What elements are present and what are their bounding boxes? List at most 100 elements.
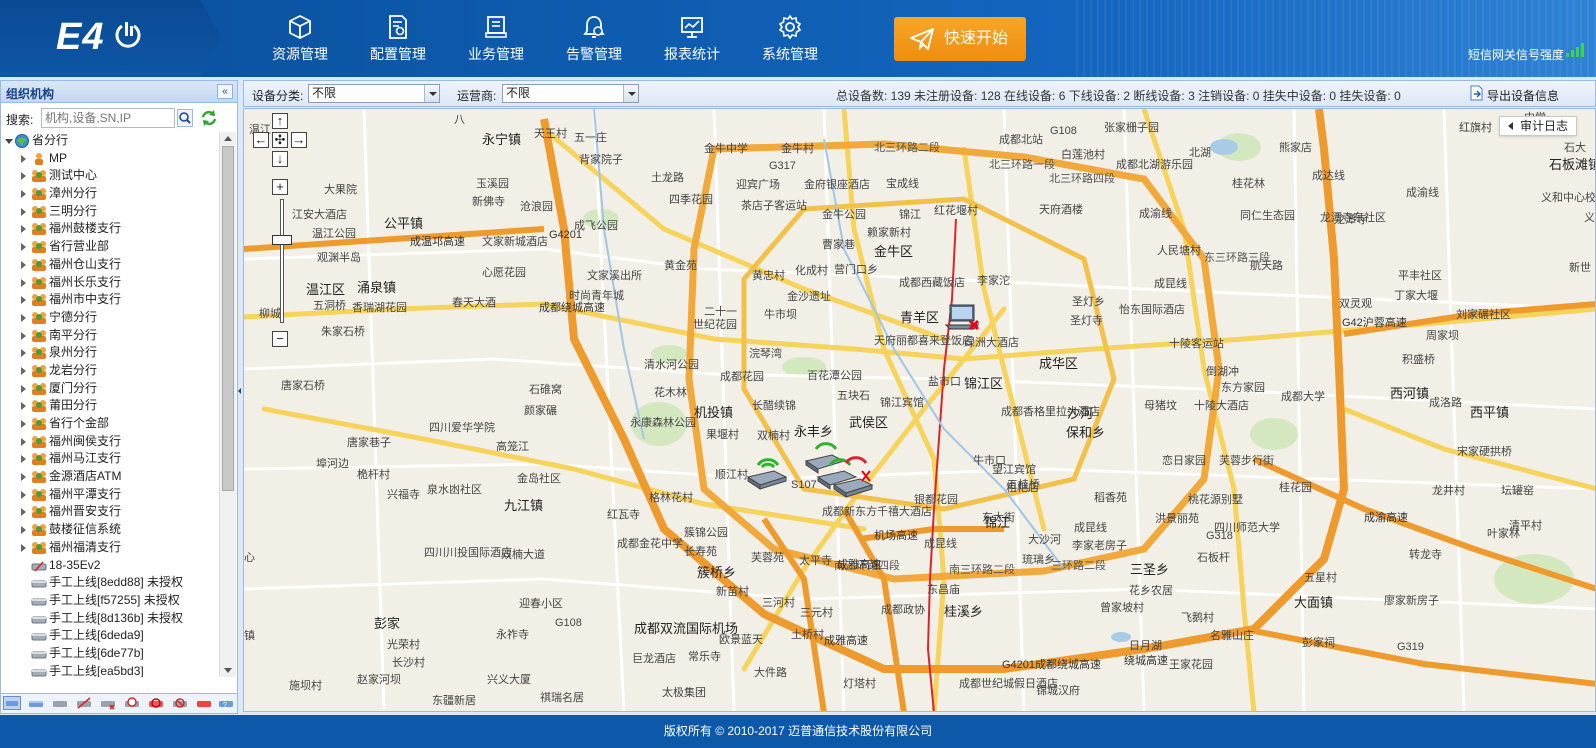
search-icon[interactable] <box>177 109 193 127</box>
tree-device-item[interactable]: 手工上线[f57255] 未授权 <box>1 592 219 610</box>
tree-expand-arrow-icon[interactable] <box>21 420 26 428</box>
filter-broken-icon[interactable] <box>75 696 93 710</box>
nav-system-management[interactable]: 系统管理 <box>745 10 835 70</box>
zoom-slider-knob[interactable] <box>272 235 292 245</box>
tree-org-item[interactable]: 福州马江支行 <box>1 450 219 468</box>
filter-cancelled-icon[interactable] <box>147 696 165 710</box>
tree-device-item[interactable]: 手工上线[8edd88] 未授权 <box>1 574 219 592</box>
tree-org-item[interactable]: 福州闽侯支行 <box>1 433 219 451</box>
pan-reset-button[interactable]: ✣ <box>272 132 288 148</box>
filter-disconnected-icon[interactable] <box>99 696 117 710</box>
tree-expand-arrow-icon[interactable] <box>21 473 26 482</box>
tree-org-item[interactable]: 宁德分行 <box>1 309 219 327</box>
tree-device-item[interactable]: 18-35Ev2 <box>1 557 219 575</box>
tree-device-item[interactable]: 手工上线[8d136b] 未授权 <box>1 610 219 628</box>
tree-org-item[interactable]: 泉州分行 <box>1 344 219 362</box>
audit-log-button[interactable]: 审计日志 <box>1499 116 1577 136</box>
filter-all-devices-icon[interactable] <box>3 696 21 710</box>
refresh-icon[interactable] <box>200 109 218 127</box>
nav-report-statistics[interactable]: 报表统计 <box>647 10 737 70</box>
pan-left-button[interactable]: ← <box>253 132 269 148</box>
tree-expand-arrow-icon[interactable] <box>21 508 26 517</box>
tree-org-item[interactable]: 漳州分行 <box>1 185 219 203</box>
tree-expand-arrow-icon[interactable] <box>21 366 26 375</box>
tree-expand-arrow-icon[interactable] <box>21 154 26 163</box>
filter-lost-pending-icon[interactable] <box>171 696 189 710</box>
tree-org-item[interactable]: 福州鼓楼支行 <box>1 220 219 238</box>
business-icon <box>485 16 507 38</box>
nav-config-management[interactable]: 配置管理 <box>353 10 443 70</box>
tree-expand-arrow-icon[interactable] <box>21 331 26 340</box>
filter-lost-icon[interactable] <box>195 696 213 710</box>
tree-org-item[interactable]: MP <box>1 150 219 168</box>
scroll-thumb[interactable] <box>222 146 234 491</box>
tree-org-item[interactable]: 厦门分行 <box>1 380 219 398</box>
tree-expand-arrow-icon[interactable] <box>21 526 26 535</box>
zoom-slider-track[interactable] <box>280 199 284 323</box>
tree-org-item[interactable]: 莆田分行 <box>1 397 219 415</box>
sidebar-splitter[interactable] <box>238 80 242 714</box>
tree-expand-arrow-icon[interactable] <box>21 260 26 269</box>
category-select[interactable]: 不限 <box>308 84 440 103</box>
device-marker-online[interactable] <box>744 449 790 493</box>
tree-org-item[interactable]: 南平分行 <box>1 327 219 345</box>
tree-org-item[interactable]: 福州平潭支行 <box>1 486 219 504</box>
tree-expand-arrow-icon[interactable] <box>21 455 26 464</box>
operator-select[interactable]: 不限 <box>502 84 639 103</box>
chevron-down-icon[interactable] <box>424 85 439 102</box>
tree-org-item[interactable]: 福州长乐支行 <box>1 274 219 292</box>
device-map[interactable]: 天王村 永宁镇 背家院子 金牛中学 金牛村 五一庄 成都北站 北三环路二段 北三环路一段 北三环路… <box>243 108 1596 712</box>
tree-expand-arrow-icon[interactable] <box>21 207 26 216</box>
filter-offline-icon[interactable] <box>51 696 69 710</box>
tree-collapse-arrow-icon[interactable] <box>5 139 13 144</box>
tree-expand-arrow-icon[interactable] <box>21 543 26 552</box>
chevron-down-icon[interactable] <box>623 85 638 102</box>
nav-business-management[interactable]: 业务管理 <box>451 10 541 70</box>
tree-device-item[interactable]: 手工上线[6de77b] <box>1 645 219 663</box>
tree-org-item[interactable]: 鼓楼征信系统 <box>1 521 219 539</box>
tree-org-item[interactable]: 省行营业部 <box>1 238 219 256</box>
tree-expand-arrow-icon[interactable] <box>21 172 26 181</box>
quick-start-button[interactable]: 快速开始 <box>894 17 1026 61</box>
pan-right-button[interactable]: → <box>291 132 307 148</box>
tree-org-item[interactable]: 金源酒店ATM <box>1 468 219 486</box>
collapse-sidebar-button[interactable]: « <box>217 84 233 99</box>
tree-expand-arrow-icon[interactable] <box>21 490 26 499</box>
zoom-out-button[interactable]: − <box>272 331 288 347</box>
tree-device-item[interactable]: 手工上线[ea5bd3] <box>1 663 219 677</box>
tree-org-item[interactable]: 福州晋安支行 <box>1 503 219 521</box>
tree-org-item[interactable]: 测试中心 <box>1 167 219 185</box>
tree-expand-arrow-icon[interactable] <box>21 225 26 234</box>
tree-expand-arrow-icon[interactable] <box>21 190 26 199</box>
tree-expand-arrow-icon[interactable] <box>21 437 26 446</box>
org-search-input[interactable] <box>41 108 175 128</box>
tree-org-item[interactable]: 福州仓山支行 <box>1 256 219 274</box>
tree-scrollbar[interactable] <box>219 132 236 677</box>
zoom-in-button[interactable]: + <box>272 179 288 195</box>
pan-down-button[interactable]: ↓ <box>272 151 288 167</box>
tree-device-item[interactable]: 手工上线[6deda9] <box>1 627 219 645</box>
tree-expand-arrow-icon[interactable] <box>21 402 26 411</box>
tree-org-item[interactable]: 福州市中支行 <box>1 291 219 309</box>
scroll-down-arrow[interactable] <box>224 668 232 673</box>
tree-expand-arrow-icon[interactable] <box>21 296 26 305</box>
scroll-up-arrow[interactable] <box>224 136 232 141</box>
tree-expand-arrow-icon[interactable] <box>21 278 26 287</box>
filter-unregistered-icon[interactable]: ? <box>217 696 235 710</box>
filter-online-icon[interactable] <box>27 696 45 710</box>
device-marker-disconnected[interactable] <box>944 301 984 337</box>
nav-resource-management[interactable]: 资源管理 <box>255 10 345 70</box>
tree-expand-arrow-icon[interactable] <box>21 349 26 358</box>
tree-org-item[interactable]: 三明分行 <box>1 203 219 221</box>
pan-up-button[interactable]: ↑ <box>272 113 288 129</box>
tree-org-item[interactable]: 福州福清支行 <box>1 539 219 557</box>
nav-alarm-management[interactable]: 告警管理 <box>549 10 639 70</box>
tree-expand-arrow-icon[interactable] <box>21 384 26 393</box>
tree-expand-arrow-icon[interactable] <box>21 313 26 322</box>
tree-root-item[interactable]: 省分行 <box>1 132 219 150</box>
filter-unauthorized-icon[interactable] <box>123 696 141 710</box>
tree-expand-arrow-icon[interactable] <box>21 243 26 252</box>
tree-org-item[interactable]: 龙岩分行 <box>1 362 219 380</box>
device-cluster-markers[interactable] <box>800 435 890 507</box>
tree-org-item[interactable]: 省行个金部 <box>1 415 219 433</box>
